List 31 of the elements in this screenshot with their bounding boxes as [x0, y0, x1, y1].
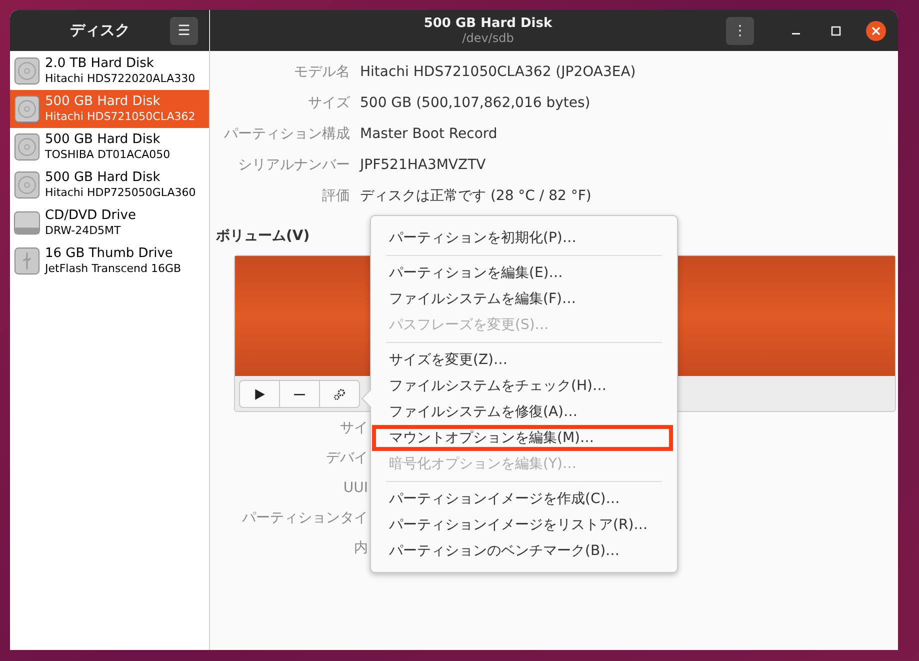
drive-model: TOSHIBA DT01ACA050: [45, 147, 170, 162]
drive-model: Hitachi HDS721050CLA362: [45, 109, 196, 124]
drive-model: Hitachi HDP725050GLA360: [45, 185, 196, 200]
field-value: Hitachi HDS721050CLA362 (JP2OA3EA): [360, 63, 637, 82]
field-label: シリアルナンバー: [237, 156, 350, 175]
field-label: 内: [354, 539, 368, 558]
drive-model: Hitachi HDS722020ALA330: [45, 71, 196, 86]
drive-name: 500 GB Hard Disk: [45, 132, 162, 147]
drive-name: 2.0 TB Hard Disk: [45, 56, 155, 71]
window-subtitle: /dev/sdb: [462, 31, 514, 45]
drive-name: 500 GB Hard Disk: [45, 170, 162, 185]
field-value: JPF521HA3MVZTV: [360, 156, 487, 175]
sidebar-title: ディスク: [70, 21, 130, 40]
window-title: 500 GB Hard Disk: [424, 16, 552, 31]
field-label: 評価: [321, 187, 350, 206]
drive-model: JetFlash Transcend 16GB: [45, 261, 182, 276]
field-value: Master Boot Record: [360, 125, 498, 144]
field-value: 500 GB (500,107,862,016 bytes): [360, 94, 592, 113]
field-label: デバイ: [326, 449, 368, 468]
field-label: UUI: [343, 479, 368, 498]
field-label: モデル名: [293, 63, 350, 82]
section-title: ボリューム(V): [216, 227, 310, 245]
field-label: サイ: [340, 419, 368, 438]
field-label: サイズ: [307, 94, 350, 113]
drive-name: 500 GB Hard Disk: [45, 94, 162, 109]
field-label: パーティションタイ: [242, 509, 368, 528]
field-value: ディスクは正常です (28 °C / 82 °F): [360, 187, 592, 206]
drive-name: 16 GB Thumb Drive: [45, 246, 174, 261]
field-label: パーティション構成: [223, 125, 350, 144]
drive-name: CD/DVD Drive: [45, 208, 136, 223]
drive-model: DRW-24D5MT: [45, 223, 122, 238]
